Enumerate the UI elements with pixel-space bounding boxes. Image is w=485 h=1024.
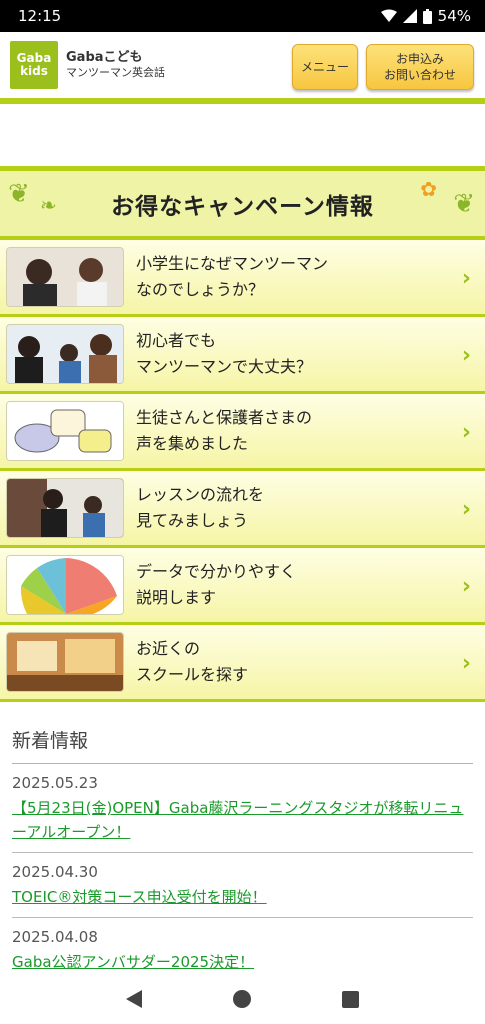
campaign-banner[interactable]: ❦ ❧ お得なキャンペーン情報 ✿ ❦ <box>0 166 485 240</box>
battery-icon <box>422 8 432 24</box>
butterfly-icon: ✿ <box>420 177 437 201</box>
item-label: データで分かりやすく 説明します <box>136 562 297 607</box>
leaf-icon: ❦ <box>453 189 475 219</box>
news-heading: 新着情報 <box>12 726 473 764</box>
item-label: レッスンの流れを 見てみましょう <box>136 485 265 530</box>
news-date: 2025.05.23 <box>12 774 98 792</box>
item-label: 初心者でも マンツーマンで大丈夫？ <box>136 331 313 376</box>
news-item: 2025.05.23 【5月23日(金)OPEN】Gaba藤沢ラーニングスタジオ… <box>12 764 473 853</box>
item-label: 小学生になぜマンツーマン なのでしょうか？ <box>136 254 329 299</box>
back-icon[interactable] <box>125 990 142 1008</box>
news-link[interactable]: TOEIC®対策コース申込受付を開始！ <box>12 888 267 906</box>
recents-icon[interactable] <box>342 990 360 1008</box>
news-item: 2025.04.30 TOEIC®対策コース申込受付を開始！ <box>12 853 473 918</box>
list-item[interactable]: 初心者でも マンツーマンで大丈夫？ › <box>0 317 485 394</box>
feature-list: 小学生になぜマンツーマン なのでしょうか？ › 初心者でも マンツーマンで大丈夫… <box>0 240 485 702</box>
leaf-icon: ❦ <box>8 179 30 209</box>
apply-line2: お問い合わせ <box>383 68 456 82</box>
news-date: 2025.04.08 <box>12 928 98 946</box>
thumbnail-image <box>6 478 124 538</box>
chevron-right-icon: › <box>461 574 471 599</box>
news-section: 新着情報 2025.05.23 【5月23日(金)OPEN】Gaba藤沢ラーニン… <box>12 726 473 982</box>
logo-bottom: kids <box>20 64 48 78</box>
chevron-right-icon: › <box>461 420 471 445</box>
chevron-right-icon: › <box>461 266 471 291</box>
thumbnail-image <box>6 632 124 692</box>
android-nav-bar <box>0 974 485 1024</box>
brand-line2: マンツーマン英会話 <box>66 66 165 79</box>
list-item[interactable]: 小学生になぜマンツーマン なのでしょうか？ › <box>0 240 485 317</box>
chevron-right-icon: › <box>461 651 471 676</box>
signal-icon <box>402 9 417 23</box>
list-item[interactable]: お近くの スクールを探す › <box>0 625 485 702</box>
menu-button[interactable]: メニュー <box>292 44 358 90</box>
campaign-title: お得なキャンペーン情報 <box>111 193 374 220</box>
site-header: Gaba kids Gabaこども マンツーマン英会話 メニュー お申込み お問… <box>0 32 485 104</box>
thumbnail-image <box>6 401 124 461</box>
item-label: 生徒さんと保護者さまの 声を集めました <box>136 408 313 453</box>
leaf-icon: ❧ <box>40 193 57 217</box>
chevron-right-icon: › <box>461 343 471 368</box>
thumbnail-image <box>6 324 124 384</box>
item-label: お近くの スクールを探す <box>136 639 249 684</box>
home-icon[interactable] <box>232 990 251 1008</box>
status-icons: 54% <box>380 7 471 25</box>
chevron-right-icon: › <box>461 497 471 522</box>
news-link[interactable]: Gaba公認アンバサダー2025決定！ <box>12 953 254 971</box>
thumbnail-image <box>6 247 124 307</box>
wifi-icon <box>380 9 397 22</box>
apply-contact-button[interactable]: お申込み お問い合わせ <box>366 44 474 90</box>
status-bar: 12:15 54% <box>0 0 485 32</box>
list-item[interactable]: 生徒さんと保護者さまの 声を集めました › <box>0 394 485 471</box>
apply-line1: お申込み <box>395 52 444 66</box>
list-item[interactable]: レッスンの流れを 見てみましょう › <box>0 471 485 548</box>
news-link[interactable]: 【5月23日(金)OPEN】Gaba藤沢ラーニングスタジオが移転リニューアルオー… <box>12 799 463 841</box>
news-date: 2025.04.30 <box>12 863 98 881</box>
status-time: 12:15 <box>18 7 62 25</box>
brand-line1: Gabaこども <box>66 50 143 65</box>
thumbnail-image <box>6 555 124 615</box>
list-item[interactable]: データで分かりやすく 説明します › <box>0 548 485 625</box>
gaba-kids-logo[interactable]: Gaba kids <box>10 41 58 89</box>
battery-level: 54% <box>437 7 471 25</box>
brand-name: Gabaこども マンツーマン英会話 <box>66 50 165 80</box>
news-item: 2025.04.08 Gaba公認アンバサダー2025決定！ <box>12 918 473 982</box>
